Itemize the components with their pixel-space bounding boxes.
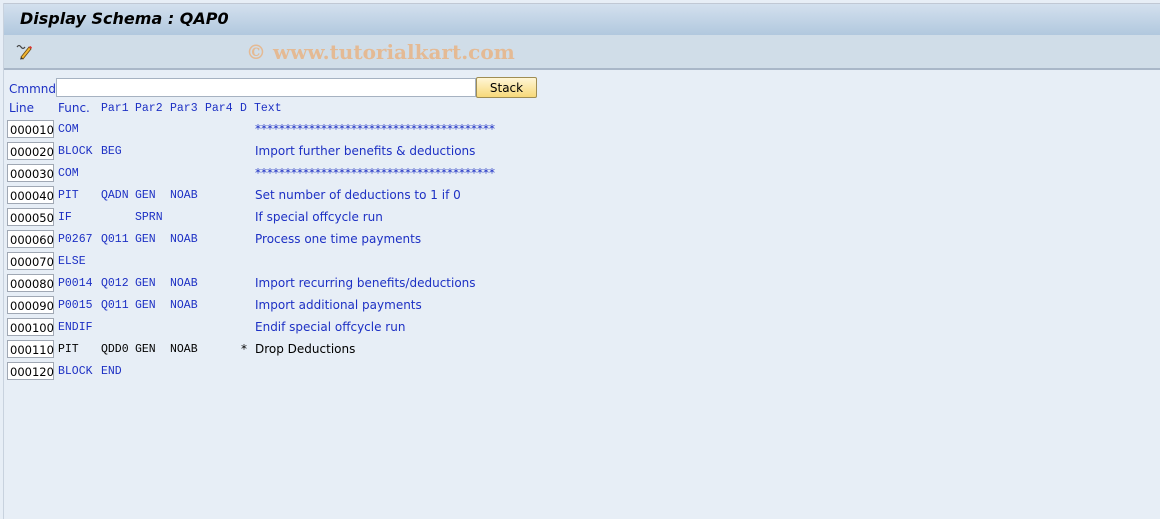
cell-par1: QADN — [101, 189, 129, 202]
cell-text: Import further benefits & deductions — [255, 144, 476, 158]
line-number-field[interactable]: 000080 — [7, 274, 54, 292]
table-row: 000040 PIT QADN GEN NOAB Set number of deduct… — [4, 186, 704, 206]
cell-par1: Q011 — [101, 299, 129, 312]
table-row: 000030 COM *******************************… — [4, 164, 704, 184]
cell-par3: NOAB — [170, 189, 198, 202]
page-title: Display Schema : QAP0 — [20, 9, 229, 28]
table-row: 000100 ENDIF Endif special offcycle run — [4, 318, 704, 338]
stack-button[interactable]: Stack — [476, 77, 537, 98]
line-number-field[interactable]: 000090 — [7, 296, 54, 314]
line-number-field[interactable]: 000100 — [7, 318, 54, 336]
table-row: 000050 IF SPRN If special offcycle run — [4, 208, 704, 228]
title-bar: Display Schema : QAP0 — [4, 3, 1160, 36]
table-row: 000070 ELSE — [4, 252, 704, 272]
line-number-field[interactable]: 000120 — [7, 362, 54, 380]
header-d: D — [240, 102, 247, 115]
cell-func: P0014 — [58, 277, 93, 290]
display-change-icon[interactable] — [14, 42, 34, 60]
cell-text: If special offcycle run — [255, 210, 383, 224]
cell-par2: GEN — [135, 277, 156, 290]
header-par3: Par3 — [170, 102, 198, 115]
cell-par3: NOAB — [170, 343, 198, 356]
table-row: 000110 PIT QDD0 GEN NOAB * Drop Deductions — [4, 340, 704, 360]
cell-par2: SPRN — [135, 211, 163, 224]
cell-d-flag: * — [241, 342, 247, 356]
header-par2: Par2 — [135, 102, 163, 115]
command-input[interactable] — [56, 78, 476, 97]
line-number-field[interactable]: 000010 — [7, 120, 54, 138]
cell-text: Process one time payments — [255, 232, 422, 246]
table-header: Line Func. Par1 Par2 Par3 Par4 D Text — [4, 101, 704, 117]
cell-par3: NOAB — [170, 233, 198, 246]
header-func: Func. — [58, 101, 90, 115]
cell-text: Import recurring benefits/deductions — [255, 276, 476, 290]
cell-func: IF — [58, 211, 72, 224]
cell-text: Drop Deductions — [255, 342, 356, 356]
watermark: © www.tutorialkart.com — [246, 40, 515, 64]
line-number-field[interactable]: 000060 — [7, 230, 54, 248]
header-line: Line — [9, 101, 35, 115]
cell-text: Set number of deductions to 1 if 0 — [255, 188, 461, 202]
cell-par1: Q011 — [101, 233, 129, 246]
table-row: 000090 P0015 Q011 GEN NOAB Import additional … — [4, 296, 704, 316]
table-row: 000020 BLOCK BEG Import further benefits & … — [4, 142, 704, 162]
cell-func: COM — [58, 123, 79, 136]
header-par4: Par4 — [205, 102, 233, 115]
table-row: 000120 BLOCK END — [4, 362, 704, 382]
cell-func: ENDIF — [58, 321, 93, 334]
line-number-field[interactable]: 000030 — [7, 164, 54, 182]
header-text: Text — [254, 102, 282, 115]
cell-text: **************************************** — [255, 122, 495, 136]
cell-par1: QDD0 — [101, 343, 129, 356]
cell-par2: GEN — [135, 343, 156, 356]
cell-func: BLOCK — [58, 145, 93, 158]
cell-text: Import additional payments — [255, 298, 422, 312]
cell-text: **************************************** — [255, 166, 495, 180]
cell-func: ELSE — [58, 255, 86, 268]
command-row: Cmmnd Stack — [4, 77, 1160, 99]
command-label: Cmmnd — [9, 82, 56, 96]
cell-func: PIT — [58, 343, 79, 356]
table-row: 000060 P0267 Q011 GEN NOAB Process one time p… — [4, 230, 704, 250]
cell-func: P0267 — [58, 233, 93, 246]
line-number-field[interactable]: 000110 — [7, 340, 54, 358]
cell-func: P0015 — [58, 299, 93, 312]
cell-par1: Q012 — [101, 277, 129, 290]
cell-func: BLOCK — [58, 365, 93, 378]
cell-par3: NOAB — [170, 277, 198, 290]
cell-par2: GEN — [135, 299, 156, 312]
application-toolbar: © www.tutorialkart.com — [4, 35, 1160, 70]
line-number-field[interactable]: 000040 — [7, 186, 54, 204]
line-number-field[interactable]: 000020 — [7, 142, 54, 160]
header-par1: Par1 — [101, 102, 129, 115]
cell-func: PIT — [58, 189, 79, 202]
cell-text: Endif special offcycle run — [255, 320, 406, 334]
cell-par2: GEN — [135, 189, 156, 202]
sap-window: Display Schema : QAP0 © www.tutorialkart… — [3, 3, 1160, 519]
table-row: 000080 P0014 Q012 GEN NOAB Import recurring b… — [4, 274, 704, 294]
cell-func: COM — [58, 167, 79, 180]
line-number-field[interactable]: 000050 — [7, 208, 54, 226]
table-row: 000010 COM *******************************… — [4, 120, 704, 140]
line-number-field[interactable]: 000070 — [7, 252, 54, 270]
cell-par3: NOAB — [170, 299, 198, 312]
cell-par1: END — [101, 365, 122, 378]
cell-par1: BEG — [101, 145, 122, 158]
cell-par2: GEN — [135, 233, 156, 246]
